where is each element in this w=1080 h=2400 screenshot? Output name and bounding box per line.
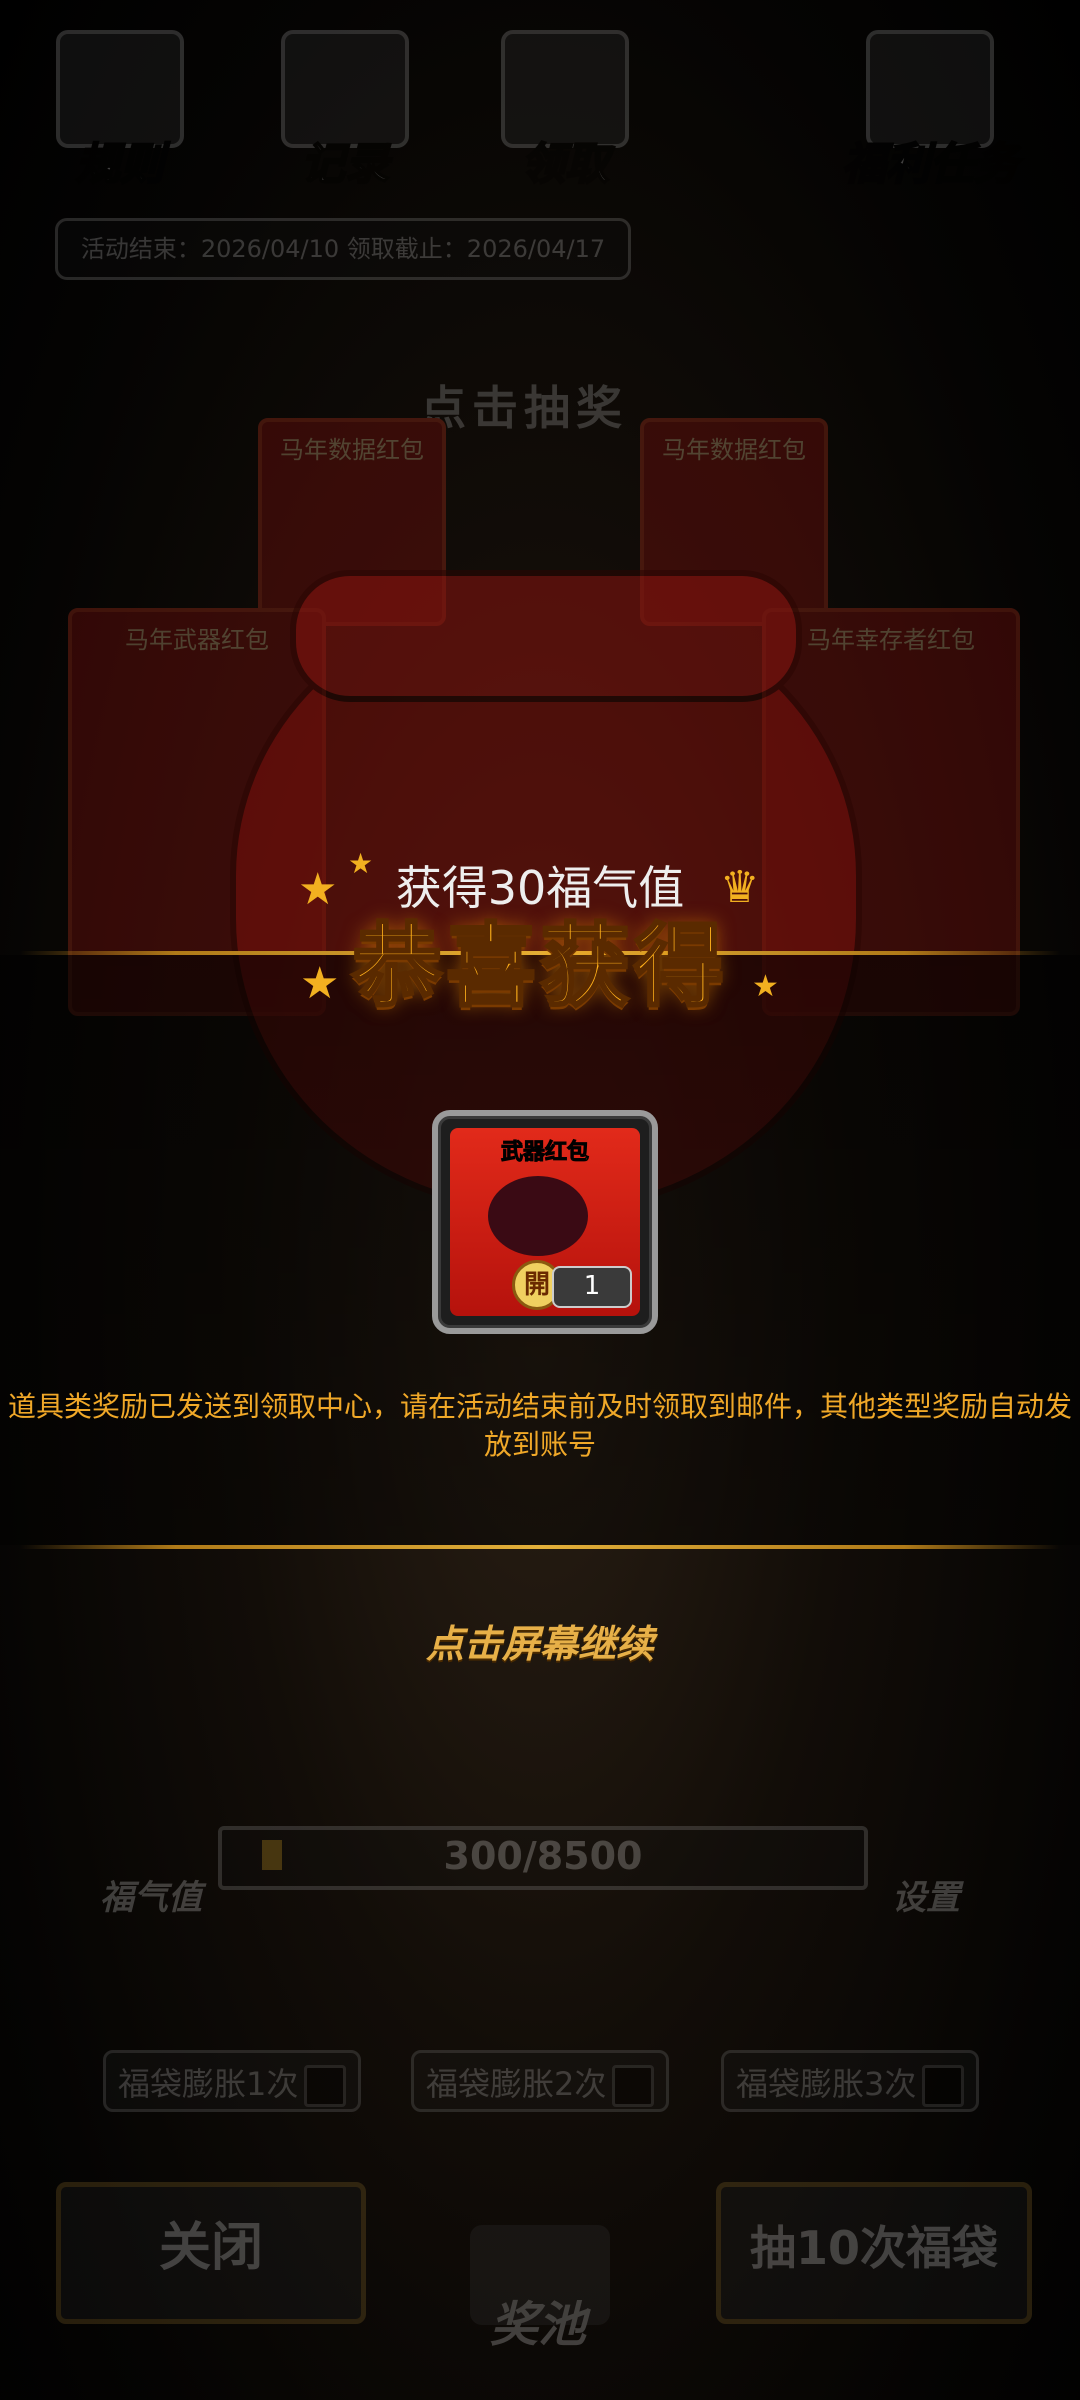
reward-item-slot[interactable]: 武器红包 開 1: [432, 1110, 658, 1334]
star-icon: ★: [752, 969, 779, 1004]
reward-notice: 道具类奖励已发送到领取中心，请在活动结束前及时领取到邮件，其他类型奖励自动发放到…: [8, 1390, 1073, 1461]
reward-item-count: 1: [552, 1266, 632, 1308]
star-icon: ★: [298, 864, 338, 915]
weapon-art-icon: [488, 1176, 588, 1256]
red-envelope-icon: 武器红包 開 1: [450, 1128, 640, 1316]
bottom-gold-divider: [20, 1545, 1060, 1549]
tap-to-continue[interactable]: 点击屏幕继续: [0, 1613, 1080, 1668]
reward-title: 恭喜获得: [351, 913, 728, 1021]
star-icon: ★: [300, 958, 340, 1009]
crown-icon: ♛: [720, 862, 760, 913]
reward-item-name: 武器红包: [500, 1140, 589, 1166]
reward-popup[interactable]: 获得30福气值 恭喜获得 ★ ★ ★ ♛ ★ 武器红包 開 1 道具类奖励已发送…: [0, 0, 1080, 2400]
star-icon: ★: [348, 847, 374, 880]
